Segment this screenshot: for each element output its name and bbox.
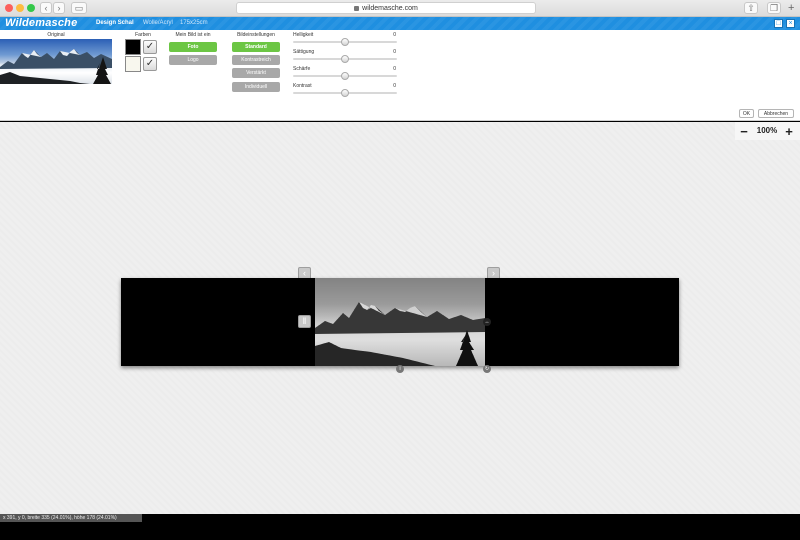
slider-contrast-track[interactable] (293, 89, 397, 97)
browser-toolbar: ‹ › ▭ wildemasche.com ⇧ ❐ + (0, 0, 800, 17)
info-icon[interactable]: i (396, 365, 404, 373)
zoom-out-button[interactable]: − (738, 124, 750, 138)
slider-sharpness-value: 0 (393, 66, 396, 72)
color-check-icon[interactable]: ✓ (143, 57, 157, 71)
design-canvas: − 100% + ‹ › ‖ ↔ i ↻ (0, 122, 800, 514)
resize-horizontal-icon[interactable]: ↔ (483, 318, 491, 326)
preset-standard-button[interactable]: Standard (232, 42, 280, 52)
original-title: Original (47, 32, 65, 38)
site-logo[interactable]: Wildemasche (5, 17, 77, 30)
lock-icon (354, 5, 360, 11)
product-size: 175x25cm (180, 20, 208, 26)
scarf-preview (121, 278, 679, 366)
zoom-control: − 100% + (735, 122, 800, 140)
minimize-window-icon[interactable] (16, 4, 24, 12)
zoom-level: 100% (756, 126, 778, 135)
forward-icon[interactable]: › (53, 2, 65, 14)
share-icon[interactable]: ⇧ (744, 2, 758, 14)
cancel-button[interactable]: Abbrechen (758, 109, 794, 118)
color-swatch-black[interactable] (125, 39, 141, 55)
address-text: wildemasche.com (362, 4, 418, 12)
image-type-foto-button[interactable]: Foto (169, 42, 217, 52)
zoom-window-icon[interactable] (27, 4, 35, 12)
bottom-area (0, 522, 800, 540)
slider-contrast-thumb[interactable] (341, 89, 349, 97)
slider-saturation-value: 0 (393, 49, 396, 55)
sidebar-icon[interactable]: ▭ (71, 2, 87, 14)
product-material: Wolle/Acryl (143, 20, 173, 26)
close-icon[interactable]: × (786, 19, 795, 28)
new-tab-icon[interactable]: + (788, 1, 794, 15)
rotate-icon[interactable]: ↻ (483, 365, 491, 373)
color-check-icon[interactable]: ✓ (143, 40, 157, 54)
site-header: Wildemasche Design Schal Wolle/Acryl 175… (0, 17, 800, 30)
settings-panel: Original Farben ✓ ✓ Mein Bild ist ein Fo… (0, 30, 800, 121)
preset-kontrastreich-button[interactable]: Kontrastreich (232, 55, 280, 65)
slider-contrast-value: 0 (393, 83, 396, 89)
zoom-in-button[interactable]: + (783, 124, 795, 138)
slider-brightness-thumb[interactable] (341, 38, 349, 46)
slider-sharpness-track[interactable] (293, 72, 397, 80)
original-image-preview (0, 39, 112, 84)
ok-button[interactable]: OK (739, 109, 754, 118)
preset-individuell-button[interactable]: Individuell (232, 82, 280, 92)
status-bar: x 391, y 0, breite 335 (24.01%), höhe 17… (0, 514, 142, 522)
slider-brightness-value: 0 (393, 32, 396, 38)
preset-verstaerkt-button[interactable]: Verstärkt (232, 68, 280, 78)
back-icon[interactable]: ‹ (40, 2, 52, 14)
image-type-title: Mein Bild ist ein (175, 32, 211, 38)
presets-title: Bildeinstellungen (237, 32, 275, 38)
maximize-icon[interactable]: □ (774, 19, 783, 28)
slider-brightness-label: Helligkeit (293, 32, 314, 38)
slider-saturation-track[interactable] (293, 55, 397, 63)
slider-sharpness-label: Schärfe (293, 66, 311, 72)
product-name: Design Schal (96, 20, 134, 26)
slider-contrast-label: Kontrast (293, 83, 312, 89)
image-type-logo-button[interactable]: Logo (169, 55, 217, 65)
scarf-photo[interactable] (315, 278, 485, 366)
close-window-icon[interactable] (5, 4, 13, 12)
slider-sharpness-thumb[interactable] (341, 72, 349, 80)
address-bar[interactable]: wildemasche.com (236, 2, 536, 14)
slider-saturation-thumb[interactable] (341, 55, 349, 63)
slider-saturation-label: Sättigung (293, 49, 315, 55)
colors-title: Farben (135, 32, 151, 38)
color-swatch-cream[interactable] (125, 56, 141, 72)
resize-width-icon[interactable]: ‖ (298, 315, 311, 328)
slider-brightness-track[interactable] (293, 38, 397, 46)
tabs-overview-icon[interactable]: ❐ (767, 2, 781, 14)
